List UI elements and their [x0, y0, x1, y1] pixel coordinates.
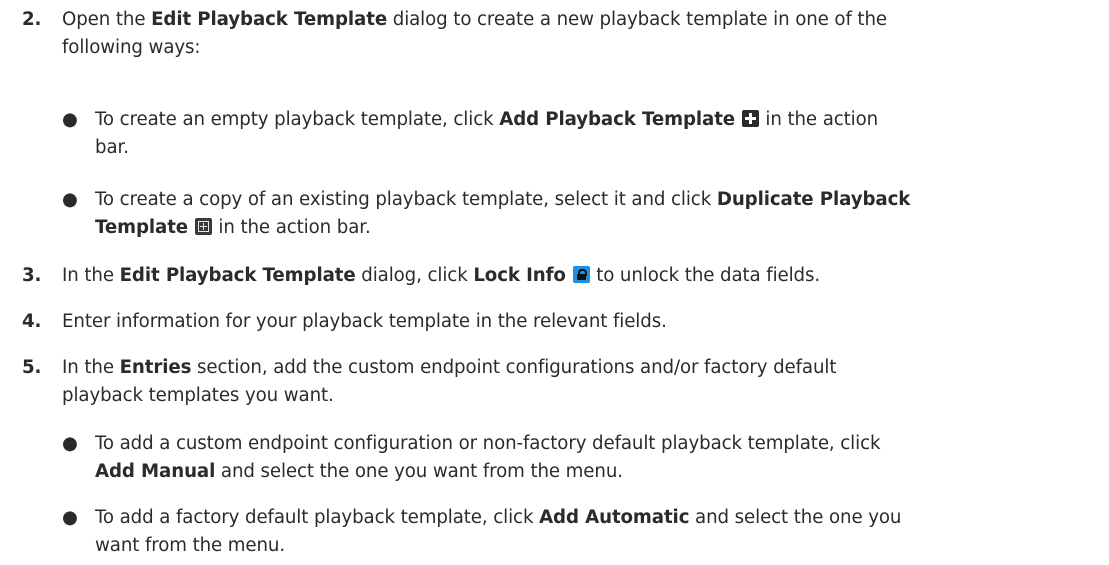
step-number: 5.: [22, 357, 42, 378]
ui-term: Edit Playback Template: [119, 265, 356, 286]
bullet-dot: ●: [62, 507, 78, 528]
ui-term: Add Manual: [95, 461, 216, 482]
bullet-text: To create a copy of an existing playback…: [95, 189, 911, 238]
ui-term: Entries: [119, 357, 192, 378]
lock-icon: [572, 266, 590, 283]
bullet-dot: ●: [62, 109, 78, 130]
ui-term: Add Playback Template: [499, 109, 736, 130]
ui-term: Add Automatic: [539, 507, 690, 528]
bullet-text: To create an empty playback template, cl…: [95, 109, 879, 158]
step-text: Open the Edit Playback Template dialog t…: [62, 9, 887, 58]
document-page: 2. Open the Edit Playback Template dialo…: [0, 0, 1109, 565]
ui-term: Template: [95, 217, 189, 238]
ui-term: Edit Playback Template: [151, 9, 388, 30]
step-text: In the Edit Playback Template dialog, cl…: [62, 265, 821, 286]
step-number: 2.: [22, 9, 42, 30]
ui-term: Lock Info: [473, 265, 566, 286]
step-text: In the Entries section, add the custom e…: [62, 357, 837, 406]
step-number: 4.: [22, 311, 42, 332]
step-number: 3.: [22, 265, 42, 286]
bullet-text: To add a custom endpoint configuration o…: [95, 433, 881, 482]
bullet-text: To add a factory default playback templa…: [95, 507, 902, 556]
bullet-dot: ●: [62, 189, 78, 210]
plus-square-icon: [741, 110, 759, 127]
bullet-dot: ●: [62, 433, 78, 454]
ui-term: Duplicate Playback: [716, 189, 911, 210]
duplicate-icon: [194, 218, 212, 235]
step-text: Enter information for your playback temp…: [62, 311, 667, 332]
